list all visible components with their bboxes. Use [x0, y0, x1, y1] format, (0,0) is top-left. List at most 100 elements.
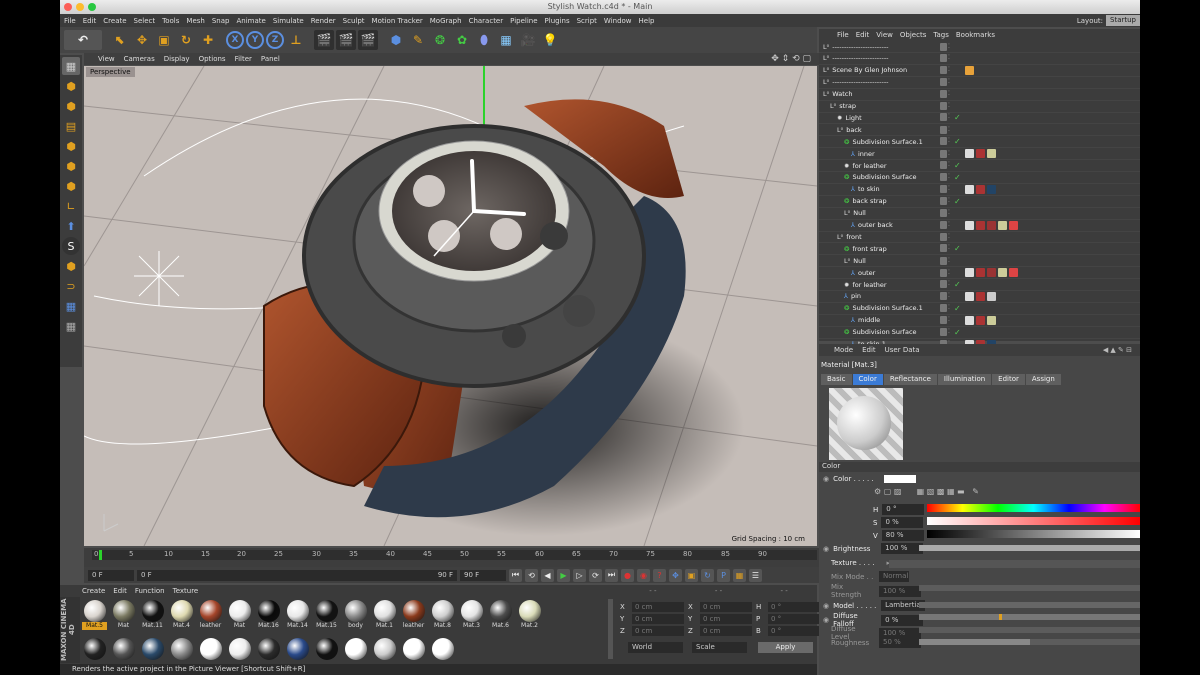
roughness-slider[interactable] [919, 639, 1140, 645]
object-row[interactable]: ✹ Light ⁚ ✓ [819, 112, 1140, 125]
visibility-dots-icon[interactable]: ⁚ [948, 328, 953, 337]
snap-icon[interactable]: S [62, 237, 80, 255]
coord-field[interactable]: 0 ° [768, 625, 820, 636]
menu-tools[interactable]: Tools [162, 17, 179, 25]
visibility-dots-icon[interactable]: ⁚ [948, 316, 953, 324]
object-row[interactable]: ✹ for leather ⁚ ✓ [819, 279, 1140, 291]
layer-icon[interactable] [940, 161, 947, 169]
object-row[interactable]: L⁰ Null ⁚ [819, 208, 1140, 220]
visibility-dots-icon[interactable]: ⁚ [948, 102, 953, 110]
object-row[interactable]: ❂ front strap ⁚ ✓ [819, 243, 1140, 256]
menu-help[interactable]: Help [639, 17, 655, 25]
coord-field[interactable]: 0 cm [700, 601, 752, 612]
coord-field[interactable]: 0 cm [700, 625, 752, 636]
visibility-cell[interactable]: ⁚ [940, 221, 962, 229]
object-row[interactable]: L⁰ Null ⁚ [819, 255, 1140, 268]
pla-key-icon[interactable]: ▦ [733, 568, 746, 582]
layout-value[interactable]: Startup [1106, 15, 1140, 26]
object-row[interactable]: L⁰ back ⁚ [819, 124, 1140, 137]
visibility-cell[interactable]: ⁚ [940, 292, 962, 301]
add-object-icon[interactable]: ✚ [198, 30, 218, 50]
enabled-check-icon[interactable]: ✓ [954, 161, 962, 170]
visibility-dots-icon[interactable]: ⁚ [948, 292, 953, 300]
enabled-check-icon[interactable] [954, 233, 962, 241]
render-settings-icon[interactable]: 🎬 [358, 30, 378, 50]
coord-field[interactable]: 0 ° [768, 613, 820, 624]
z-axis-lock-icon[interactable]: Z [266, 31, 284, 49]
visibility-cell[interactable]: ⁚ [940, 102, 962, 110]
material-tag-icon[interactable] [965, 315, 974, 325]
array-icon[interactable]: ✿ [452, 30, 472, 50]
menu-script[interactable]: Script [577, 17, 597, 25]
menu-snap[interactable]: Snap [212, 17, 230, 25]
menu-mograph[interactable]: MoGraph [430, 17, 462, 25]
y-axis-lock-icon[interactable]: Y [246, 31, 264, 49]
next-frame-icon[interactable]: ▷ [573, 568, 586, 582]
material-menu-function[interactable]: Function [135, 587, 165, 595]
coord-scale-select[interactable]: Scale [692, 642, 747, 653]
texture-mode-icon[interactable]: ⬢ [62, 97, 80, 115]
object-menu-objects[interactable]: Objects [900, 31, 926, 39]
go-to-end-icon[interactable]: ⏭ [605, 568, 618, 582]
make-editable-icon[interactable]: ▦ [62, 57, 80, 75]
enabled-check-icon[interactable] [954, 221, 962, 229]
material-tag-icon[interactable] [976, 220, 985, 230]
h-field[interactable]: 0 ° [882, 504, 925, 515]
material-tag-icon[interactable] [987, 149, 996, 159]
object-row[interactable]: ⅄ outer ⁚ [819, 267, 1140, 280]
object-row[interactable]: ❂ Subdivision Surface.1 ⁚ ✓ [819, 136, 1140, 149]
visibility-dots-icon[interactable]: ⁚ [948, 280, 953, 289]
material-swatch[interactable]: Mat.1 [372, 599, 397, 633]
visibility-cell[interactable]: ⁚ ✓ [940, 113, 962, 122]
workplane-icon[interactable]: ▤ [62, 117, 80, 135]
play-icon[interactable]: ▶ [557, 568, 570, 582]
material-tag-icon[interactable] [976, 184, 985, 194]
keyframe-selection-icon[interactable]: ? [653, 568, 666, 582]
visibility-dots-icon[interactable]: ⁚ [948, 197, 953, 206]
move-icon[interactable]: ✥ [132, 30, 152, 50]
visibility-dots-icon[interactable]: ⁚ [948, 257, 953, 265]
deformer-icon[interactable]: ⬮ [474, 30, 494, 50]
object-row[interactable]: L⁰ strap ⁚ [819, 101, 1140, 113]
visibility-cell[interactable]: ⁚ [940, 232, 962, 241]
color-swatch[interactable] [883, 475, 916, 483]
visibility-cell[interactable]: ⁚ ✓ [940, 244, 962, 253]
object-row[interactable]: L⁰ Scene By Glen Johnson ⁚ [819, 65, 1140, 77]
coord-mode-select[interactable]: World [628, 642, 683, 653]
layout-selector[interactable]: Layout: Startup [1077, 14, 1140, 27]
visibility-dots-icon[interactable]: ⁚ [948, 209, 953, 217]
scale-key-icon[interactable]: ▣ [685, 568, 698, 582]
enabled-check-icon[interactable] [954, 292, 962, 300]
visibility-dots-icon[interactable]: ⁚ [948, 43, 953, 51]
current-frame-field[interactable]: 0 F [88, 569, 134, 581]
enabled-check-icon[interactable]: ✓ [954, 280, 962, 289]
param-key-icon[interactable]: P [717, 568, 730, 582]
mix-strength-field[interactable]: 100 % [879, 585, 921, 597]
visibility-cell[interactable]: ⁚ [940, 78, 962, 87]
visibility-cell[interactable]: ⁚ ✓ [940, 172, 962, 182]
material-swatch[interactable]: Mat [111, 599, 136, 633]
brightness-field[interactable]: 100 % [881, 543, 924, 554]
viewport-menu-view[interactable]: View [98, 55, 115, 63]
material-tag-icon[interactable] [976, 291, 985, 301]
material-tag-icon[interactable] [965, 220, 974, 230]
layer-icon[interactable] [940, 221, 947, 229]
layer-icon[interactable] [940, 292, 947, 301]
attribute-menu-user-data[interactable]: User Data [885, 346, 920, 354]
apply-button[interactable]: Apply [758, 642, 813, 653]
axis-mode-icon[interactable]: ∟ [62, 197, 80, 215]
material-tag-icon[interactable] [976, 149, 985, 159]
visibility-dots-icon[interactable]: ⁚ [948, 66, 953, 74]
enabled-check-icon[interactable] [954, 316, 962, 324]
edges-mode-icon[interactable]: ⬢ [62, 157, 80, 175]
material-tag-icon[interactable] [965, 65, 974, 75]
value-gradient-slider[interactable] [927, 530, 1140, 538]
material-menu-edit[interactable]: Edit [113, 587, 127, 595]
enabled-check-icon[interactable]: ✓ [954, 244, 962, 253]
material-swatch[interactable]: Mat.15 [314, 599, 339, 633]
material-tag-icon[interactable] [965, 184, 974, 194]
color-picker-mode-icons[interactable]: ⚙ ▢ ▨ ▦ ▧ ▩ ▦ ▬ ✎ [874, 487, 979, 496]
frame-ruler[interactable]: 0 5 10 15 20 25 30 35 40 45 50 55 60 65 … [92, 550, 817, 560]
viewport-menu-panel[interactable]: Panel [261, 55, 280, 63]
menu-pipeline[interactable]: Pipeline [510, 17, 537, 25]
